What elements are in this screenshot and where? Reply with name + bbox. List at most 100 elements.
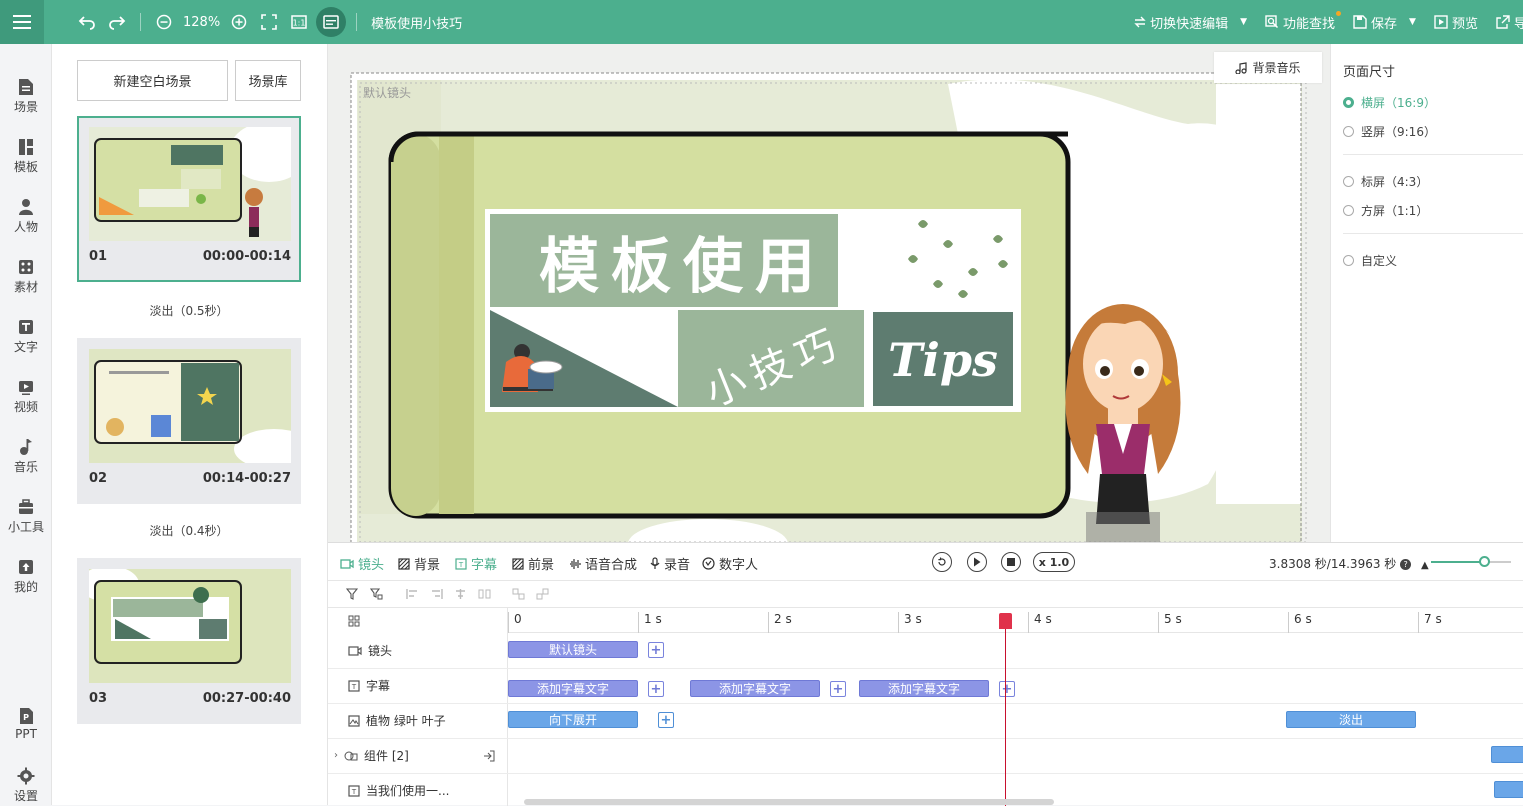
material-icon bbox=[0, 258, 52, 276]
fit-1to1-icon[interactable]: 1:1 bbox=[286, 9, 312, 35]
redo-icon[interactable] bbox=[104, 9, 130, 35]
playhead-handle[interactable] bbox=[999, 613, 1012, 629]
export-button[interactable]: 导 bbox=[1496, 13, 1523, 32]
speed-button[interactable]: x 1.0 bbox=[1033, 552, 1075, 572]
stage-canvas[interactable]: 模板使用 小技巧 Tips 默认镜头 背景音乐 bbox=[328, 44, 1330, 542]
text-icon bbox=[0, 318, 52, 336]
track-label-plant[interactable]: 植物 绿叶 叶子 bbox=[348, 712, 446, 729]
switch-edit-button[interactable]: 切换快速编辑 ▼ bbox=[1134, 13, 1247, 32]
tab-background[interactable]: 背景 bbox=[398, 554, 440, 573]
nav-video[interactable]: 视频 bbox=[0, 378, 52, 415]
scene-card[interactable]: 01 00:00-00:14 bbox=[77, 116, 301, 282]
subtitle-clip[interactable]: 添加字幕文字 bbox=[508, 680, 638, 697]
nav-music[interactable]: 音乐 bbox=[0, 438, 52, 475]
add-camera-button[interactable]: + bbox=[648, 642, 664, 658]
switch-edit-label: 切换快速编辑 bbox=[1150, 16, 1229, 32]
text-clip[interactable] bbox=[1494, 781, 1523, 798]
stop-button[interactable] bbox=[1001, 552, 1021, 572]
timeline-scrollbar[interactable] bbox=[524, 799, 1054, 805]
scene-library-button[interactable]: 场景库 bbox=[235, 60, 301, 101]
nav-label: 设置 bbox=[13, 789, 38, 803]
zoom-out-icon[interactable] bbox=[151, 9, 177, 35]
subtitle-icon: T bbox=[455, 557, 467, 570]
radio-9-16[interactable]: 竖屏（9:16） bbox=[1343, 123, 1436, 140]
nav-template[interactable]: 模板 bbox=[0, 138, 52, 175]
scene-transition[interactable]: 淡出（0.5秒） bbox=[77, 302, 301, 319]
subtitle-clip[interactable]: 添加字幕文字 bbox=[859, 680, 989, 697]
ruler-tick: 2 s bbox=[768, 612, 792, 633]
nav-settings[interactable]: 设置 bbox=[0, 767, 52, 804]
track-label-subtitle[interactable]: T 字幕 bbox=[348, 677, 390, 694]
tab-digital-human[interactable]: 数字人 bbox=[702, 554, 758, 573]
music-icon bbox=[0, 438, 52, 456]
track-label-camera[interactable]: 镜头 bbox=[348, 642, 392, 659]
scene-card[interactable]: 02 00:14-00:27 bbox=[77, 338, 301, 504]
notification-dot bbox=[1336, 10, 1342, 16]
fullscreen-icon[interactable] bbox=[256, 9, 282, 35]
save-button[interactable]: 保存 ▼ bbox=[1353, 13, 1416, 32]
add-subtitle-button[interactable]: + bbox=[648, 681, 664, 697]
slide-tips[interactable]: Tips bbox=[873, 314, 1013, 406]
dropdown-caret-icon[interactable]: ▼ bbox=[1240, 17, 1247, 27]
nav-scene[interactable]: 场景 bbox=[0, 78, 52, 115]
track-divider bbox=[328, 668, 1523, 669]
stop-icon bbox=[1007, 558, 1015, 566]
replay-button[interactable] bbox=[932, 552, 952, 572]
nav-text[interactable]: 文字 bbox=[0, 318, 52, 355]
expand-arrow-icon[interactable]: › bbox=[334, 750, 338, 761]
expand-anim-clip[interactable]: 向下展开 bbox=[508, 711, 638, 728]
menu-icon[interactable] bbox=[0, 0, 44, 44]
track-label-text[interactable]: T 当我们使用一... bbox=[348, 782, 449, 799]
nav-ppt[interactable]: P PPT bbox=[0, 707, 52, 741]
export-icon bbox=[1496, 15, 1510, 29]
zoom-in-icon[interactable] bbox=[226, 9, 252, 35]
ppt-icon: P bbox=[0, 707, 52, 725]
playhead[interactable] bbox=[1005, 613, 1006, 806]
zoom-knob[interactable] bbox=[1479, 556, 1490, 567]
tab-foreground[interactable]: 前景 bbox=[512, 554, 554, 573]
undo-icon[interactable] bbox=[74, 9, 100, 35]
subtitle-mode-icon[interactable] bbox=[316, 7, 347, 37]
camera-clip[interactable]: 默认镜头 bbox=[508, 641, 638, 658]
tab-tts[interactable]: 语音合成 bbox=[569, 554, 637, 573]
dropdown-caret-icon[interactable]: ▼ bbox=[1409, 17, 1416, 27]
feature-search-button[interactable]: 功能查找 bbox=[1265, 10, 1342, 32]
fadeout-anim-clip[interactable]: 淡出 bbox=[1286, 711, 1416, 728]
subtitle-clip[interactable]: 添加字幕文字 bbox=[690, 680, 820, 697]
group-clip[interactable] bbox=[1491, 746, 1523, 763]
add-subtitle-button[interactable]: + bbox=[999, 681, 1015, 697]
nav-mine[interactable]: 我的 bbox=[0, 558, 52, 595]
preview-button[interactable]: 预览 bbox=[1434, 13, 1478, 32]
nav-label: 视频 bbox=[13, 400, 38, 414]
nav-toolbox[interactable]: 小工具 bbox=[0, 498, 52, 535]
slide-title[interactable]: 模板使用 bbox=[523, 212, 843, 310]
radio-custom[interactable]: 自定义 bbox=[1343, 252, 1397, 269]
bg-music-label: 背景音乐 bbox=[1252, 61, 1301, 75]
tab-record[interactable]: 录音 bbox=[650, 554, 690, 573]
page-size-title: 页面尺寸 bbox=[1343, 65, 1396, 80]
scene-card[interactable]: 03 00:27-00:40 bbox=[77, 558, 301, 724]
project-title[interactable]: 模板使用小技巧 bbox=[371, 13, 462, 32]
add-anim-button[interactable]: + bbox=[658, 712, 674, 728]
align-right-icon bbox=[432, 589, 443, 599]
exit-group-icon bbox=[483, 750, 495, 761]
add-subtitle-button[interactable]: + bbox=[830, 681, 846, 697]
zoom-level: 128% bbox=[183, 14, 221, 30]
play-button[interactable] bbox=[967, 552, 987, 572]
timeline-zoom-slider[interactable] bbox=[1431, 556, 1511, 567]
time-ruler[interactable]: 0 1 s 2 s 3 s 4 s 5 s 6 s 7 s bbox=[508, 608, 1523, 633]
track-label-group[interactable]: › 组件 [2] bbox=[334, 747, 495, 764]
help-icon[interactable]: ? bbox=[1400, 559, 1412, 570]
new-blank-scene-button[interactable]: 新建空白场景 bbox=[77, 60, 228, 101]
tab-camera[interactable]: 镜头 bbox=[340, 554, 384, 573]
scene-transition[interactable]: 淡出（0.4秒） bbox=[77, 522, 301, 539]
nav-person[interactable]: 人物 bbox=[0, 198, 52, 235]
radio-16-9[interactable]: 横屏（16:9） bbox=[1343, 94, 1436, 111]
bg-music-button[interactable]: 背景音乐 bbox=[1214, 52, 1322, 83]
radio-4-3[interactable]: 标屏（4:3） bbox=[1343, 173, 1428, 190]
tab-subtitle[interactable]: T 字幕 bbox=[455, 554, 497, 573]
radio-1-1[interactable]: 方屏（1:1） bbox=[1343, 202, 1428, 219]
scene-number: 03 bbox=[89, 691, 108, 706]
nav-material[interactable]: 素材 bbox=[0, 258, 52, 295]
subtitle-icon: T bbox=[348, 679, 360, 692]
